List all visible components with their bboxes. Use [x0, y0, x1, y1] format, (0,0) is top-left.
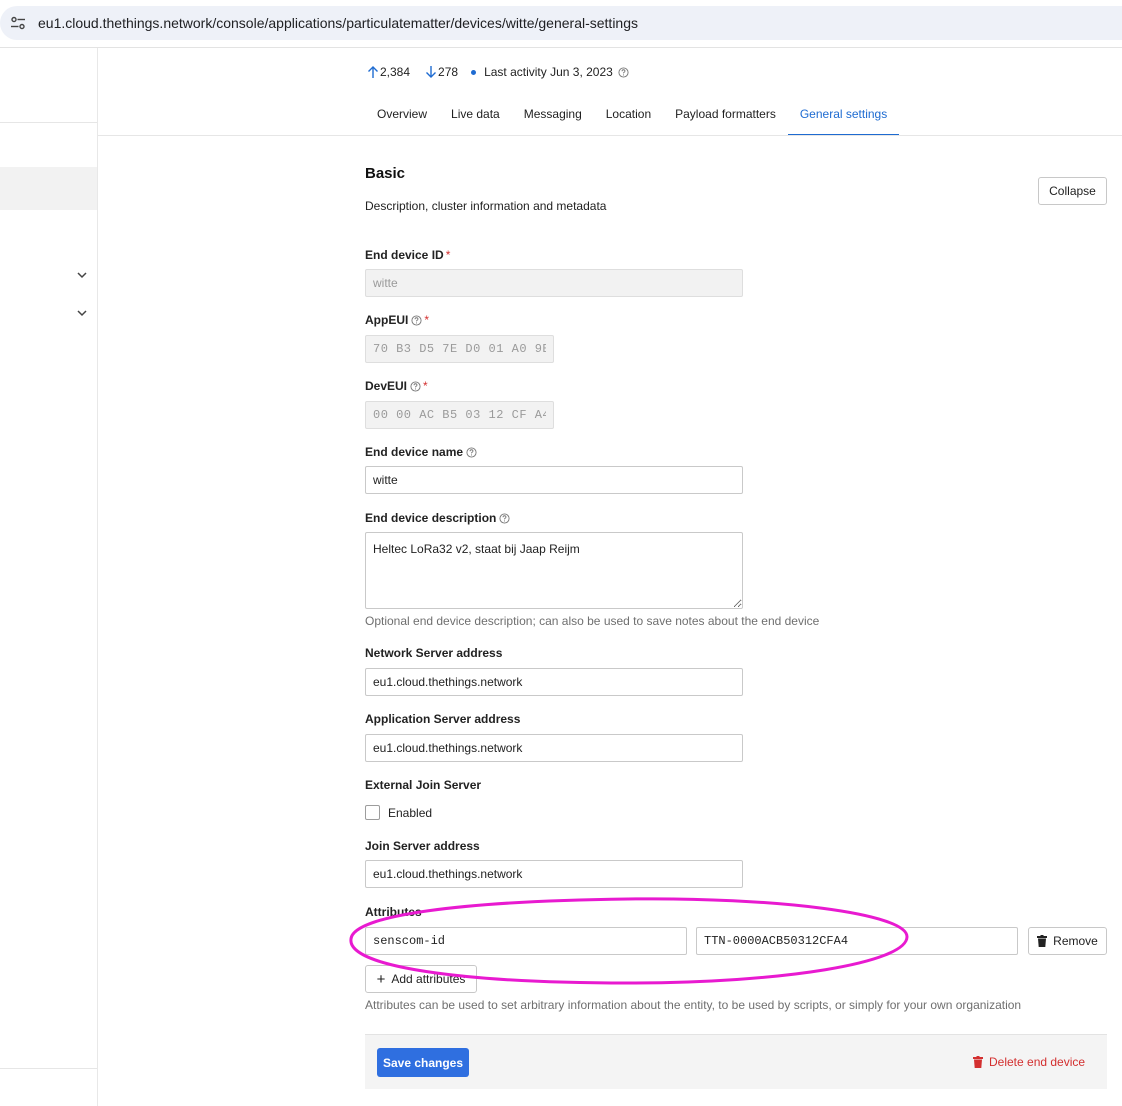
dev-eui-field[interactable]: [365, 401, 554, 429]
enabled-checkbox[interactable]: [365, 805, 380, 820]
downlink-stat: 278: [424, 65, 458, 79]
label-text: Join Server address: [365, 839, 480, 853]
tab-live-data[interactable]: Live data: [439, 103, 512, 136]
help-icon[interactable]: [411, 314, 422, 326]
uplink-count: 2,384: [380, 65, 411, 79]
arrow-up-icon: [368, 66, 378, 78]
label-text: End device ID: [365, 248, 444, 262]
sidebar: [0, 48, 98, 1106]
app-eui-field[interactable]: [365, 335, 554, 363]
delete-end-device-button[interactable]: Delete end device: [973, 1055, 1085, 1069]
external-join-server-label: External Join Server: [365, 778, 481, 792]
application-server-address-label: Application Server address: [365, 712, 520, 726]
highlight-annotation: [349, 897, 909, 985]
url-text[interactable]: eu1.cloud.thethings.network/console/appl…: [38, 15, 638, 31]
remove-attribute-button[interactable]: Remove: [1028, 927, 1107, 955]
sidebar-divider: [0, 1068, 97, 1069]
help-icon[interactable]: [410, 380, 421, 392]
label-text: AppEUI: [365, 313, 409, 327]
required-marker: *: [423, 379, 428, 393]
chevron-down-icon[interactable]: [76, 307, 88, 319]
end-device-name-label: End device name: [365, 445, 477, 459]
end-device-description-field[interactable]: Heltec LoRa32 v2, staat bij Jaap Reijm: [365, 532, 743, 609]
tab-payload-formatters[interactable]: Payload formatters: [663, 103, 788, 136]
end-device-description-label: End device description: [365, 511, 510, 525]
label-text: External Join Server: [365, 778, 482, 792]
uplink-stat: 2,384: [366, 65, 410, 79]
trash-icon: [973, 1056, 983, 1068]
save-changes-button[interactable]: Save changes: [377, 1048, 469, 1077]
label-text: DevEUI: [365, 379, 408, 393]
tab-location[interactable]: Location: [594, 103, 663, 136]
tab-general-settings[interactable]: General settings: [787, 103, 900, 136]
help-icon[interactable]: [499, 512, 510, 524]
required-marker: *: [424, 313, 430, 327]
section-subtitle: Description, cluster information and met…: [365, 199, 607, 213]
join-server-address-field[interactable]: [365, 860, 743, 888]
remove-label: Remove: [1053, 934, 1098, 948]
downlink-count: 278: [438, 65, 459, 79]
section-title: Basic: [365, 165, 406, 182]
network-server-address-label: Network Server address: [365, 646, 502, 660]
label-text: Network Server address: [365, 646, 503, 660]
last-activity: Last activity Jun 3, 2023: [484, 65, 613, 79]
description-hint: Optional end device description; can als…: [365, 614, 820, 628]
browser-address-bar: eu1.cloud.thethings.network/console/appl…: [0, 0, 1122, 48]
end-device-id-field[interactable]: [365, 269, 743, 297]
help-icon[interactable]: [618, 66, 629, 78]
delete-label: Delete end device: [989, 1055, 1086, 1069]
sidebar-item-active[interactable]: [0, 167, 97, 210]
device-tabs: Overview Live data Messaging Location Pa…: [365, 103, 900, 136]
network-server-address-field[interactable]: [365, 668, 743, 696]
end-device-name-field[interactable]: [365, 466, 743, 494]
sidebar-divider: [0, 122, 97, 123]
chevron-down-icon[interactable]: [76, 269, 88, 281]
trash-icon: [1037, 935, 1048, 947]
label-text: End device description: [365, 511, 497, 525]
collapse-button[interactable]: Collapse: [1038, 177, 1107, 205]
application-server-address-field[interactable]: [365, 734, 743, 762]
join-server-address-label: Join Server address: [365, 839, 480, 853]
help-icon[interactable]: [466, 446, 477, 458]
tab-overview[interactable]: Overview: [365, 103, 439, 136]
label-text: Application Server address: [365, 712, 521, 726]
attributes-hint: Attributes can be used to set arbitrary …: [365, 998, 1022, 1012]
tune-icon[interactable]: [10, 15, 26, 31]
label-text: End device name: [365, 445, 464, 459]
end-device-id-label: End device ID *: [365, 248, 450, 262]
arrow-down-icon: [426, 66, 437, 78]
checkbox-label[interactable]: Enabled: [388, 806, 432, 820]
status-dot-icon: [471, 69, 477, 75]
tab-messaging[interactable]: Messaging: [512, 103, 594, 136]
dev-eui-label: DevEUI *: [365, 379, 428, 393]
app-eui-label: AppEUI *: [365, 313, 429, 327]
tabs-divider: [98, 135, 1122, 136]
required-marker: *: [445, 248, 451, 262]
form-footer: Save changes Delete end device: [365, 1034, 1107, 1089]
device-stats: 2,384 278 Last activity Jun 3, 2023: [366, 64, 629, 80]
external-join-server-toggle[interactable]: Enabled: [365, 805, 432, 820]
